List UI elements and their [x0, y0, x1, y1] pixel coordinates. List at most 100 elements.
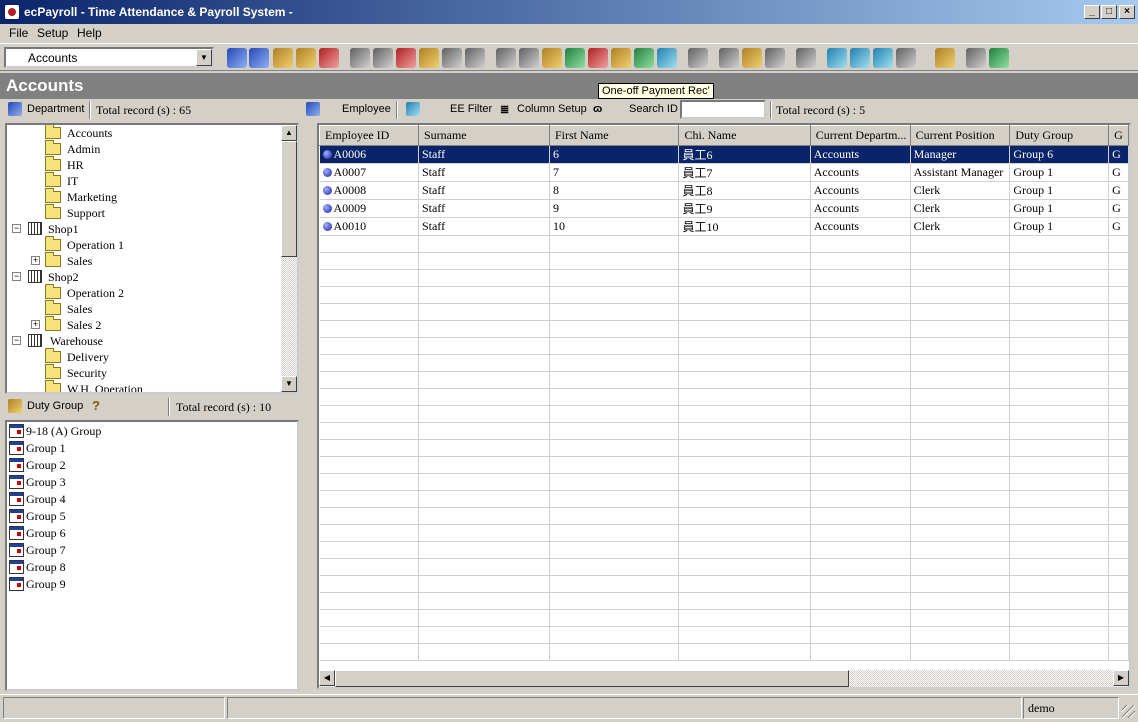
book-icon[interactable]	[350, 48, 370, 68]
detail-view-icon[interactable]	[873, 48, 893, 68]
scroll-up-icon[interactable]: ▲	[281, 125, 297, 141]
ee-filter-button[interactable]: EE Filter	[450, 103, 492, 115]
table-row[interactable]	[319, 490, 1129, 508]
table-row[interactable]	[319, 575, 1129, 593]
column-header[interactable]: Current Departm...	[809, 125, 911, 146]
table-row[interactable]	[319, 541, 1129, 559]
menu-help[interactable]: Help	[77, 26, 102, 40]
grid-horizontal-scrollbar[interactable]: ◀ ▶	[319, 670, 1129, 687]
duty-group-list[interactable]: 9-18 (A) Group Group 1 Group 2 Group 3 G…	[5, 420, 299, 691]
table-row[interactable]	[319, 371, 1129, 389]
table-row[interactable]	[319, 303, 1129, 321]
collapse-icon[interactable]: −	[12, 224, 21, 233]
table-row[interactable]: A0009 Staff 9 員工9 Accounts Clerk Group 1G	[319, 199, 1129, 218]
table-row[interactable]	[319, 269, 1129, 287]
table-row[interactable]	[319, 609, 1129, 627]
clock-icon[interactable]	[465, 48, 485, 68]
table-row[interactable]	[319, 473, 1129, 491]
help-icon[interactable]	[935, 48, 955, 68]
menu-setup[interactable]: Setup	[37, 26, 68, 40]
exit-icon[interactable]	[989, 48, 1009, 68]
column-header[interactable]: Duty Group	[1009, 125, 1110, 146]
table-row[interactable]	[319, 252, 1129, 270]
table-row[interactable]	[319, 456, 1129, 474]
tools-icon[interactable]	[765, 48, 785, 68]
search-id-input[interactable]	[680, 100, 766, 119]
department-tree[interactable]: Accounts Admin HR IT Marketing Support −…	[5, 123, 299, 394]
table-row[interactable]: A0007 Staff 7 員工7 Accounts Assistant Manager G…	[319, 163, 1129, 182]
scroll-right-icon[interactable]: ▶	[1113, 670, 1129, 686]
table-row[interactable]	[319, 558, 1129, 576]
maximize-button[interactable]: □	[1101, 5, 1117, 19]
scroll-left-icon[interactable]: ◀	[319, 670, 335, 686]
money-icon[interactable]	[542, 48, 562, 68]
one-off-payment-icon[interactable]	[588, 48, 608, 68]
collapse-icon[interactable]: −	[12, 336, 21, 345]
table-row[interactable]	[319, 286, 1129, 304]
scroll-thumb[interactable]	[335, 670, 849, 687]
table-row[interactable]	[319, 388, 1129, 406]
grid-view-icon[interactable]	[896, 48, 916, 68]
scroll-thumb[interactable]	[281, 141, 297, 257]
table-row[interactable]	[319, 439, 1129, 457]
department-select[interactable]: Accounts ▼	[4, 47, 214, 68]
expand-icon[interactable]: +	[31, 256, 40, 265]
scroll-down-icon[interactable]: ▼	[281, 376, 297, 392]
resize-grip-icon[interactable]	[1122, 705, 1135, 718]
column-header[interactable]: Chi. Name	[678, 125, 811, 146]
cabinet-icon[interactable]	[319, 48, 339, 68]
employee-icon[interactable]	[227, 48, 247, 68]
duty-icon[interactable]	[273, 48, 293, 68]
house-icon[interactable]	[611, 48, 631, 68]
import-icon[interactable]	[742, 48, 762, 68]
monitor-icon[interactable]	[719, 48, 739, 68]
table-row[interactable]	[319, 524, 1129, 542]
expand-icon[interactable]: +	[31, 320, 40, 329]
tree-icon[interactable]	[634, 48, 654, 68]
document-icon[interactable]	[496, 48, 516, 68]
column-header[interactable]: G	[1108, 125, 1129, 146]
help-icon[interactable]: ?	[92, 398, 100, 413]
menu-file[interactable]: File	[9, 26, 28, 40]
table-row[interactable]	[319, 320, 1129, 338]
mail-icon[interactable]	[519, 48, 539, 68]
column-header[interactable]: First Name	[548, 125, 680, 146]
report-icon[interactable]	[373, 48, 393, 68]
search-icon[interactable]	[406, 102, 420, 116]
refresh-icon[interactable]	[796, 48, 816, 68]
table-row[interactable]	[319, 337, 1129, 355]
collapse-icon[interactable]: −	[12, 272, 21, 281]
table-row[interactable]	[319, 507, 1129, 525]
folder-icon[interactable]	[296, 48, 316, 68]
employee-icon[interactable]	[306, 102, 320, 116]
group-icon[interactable]	[249, 48, 269, 68]
switch-user-icon[interactable]	[966, 48, 986, 68]
chevron-down-icon[interactable]: ▼	[196, 49, 212, 66]
table-row[interactable]: A0010 Staff 10 員工10 Accounts Clerk Group 1G	[319, 217, 1129, 236]
table-row[interactable]: A0006 Staff 6 員工6 Accounts Manager Group 6G	[319, 145, 1129, 164]
table-row[interactable]	[319, 354, 1129, 372]
table-row[interactable]	[319, 626, 1129, 644]
table-row[interactable]	[319, 643, 1129, 661]
globe-icon[interactable]	[657, 48, 677, 68]
table-row[interactable]	[319, 235, 1129, 253]
table-row[interactable]	[319, 422, 1129, 440]
small-icons-view-icon[interactable]	[827, 48, 847, 68]
card-icon[interactable]	[442, 48, 462, 68]
employee-grid[interactable]: Employee ID Surname First Name Chi. Name…	[317, 123, 1131, 689]
binoculars-icon[interactable]: ɷ	[593, 103, 602, 115]
gear-icon[interactable]	[419, 48, 439, 68]
minimize-button[interactable]: _	[1084, 5, 1100, 19]
tree-scrollbar[interactable]: ▲ ▼	[281, 125, 297, 392]
table-row[interactable]: A0008 Staff 8 員工8 Accounts Clerk Group 1G	[319, 181, 1129, 200]
runner-icon[interactable]	[565, 48, 585, 68]
calendar-icon[interactable]	[396, 48, 416, 68]
column-header[interactable]: Surname	[417, 125, 550, 146]
column-setup-button[interactable]: Column Setup	[517, 103, 587, 115]
list-view-icon[interactable]	[850, 48, 870, 68]
close-button[interactable]: ×	[1119, 5, 1135, 19]
printer-icon[interactable]	[688, 48, 708, 68]
table-row[interactable]	[319, 405, 1129, 423]
table-row[interactable]	[319, 592, 1129, 610]
column-header[interactable]: Current Position	[909, 125, 1011, 146]
